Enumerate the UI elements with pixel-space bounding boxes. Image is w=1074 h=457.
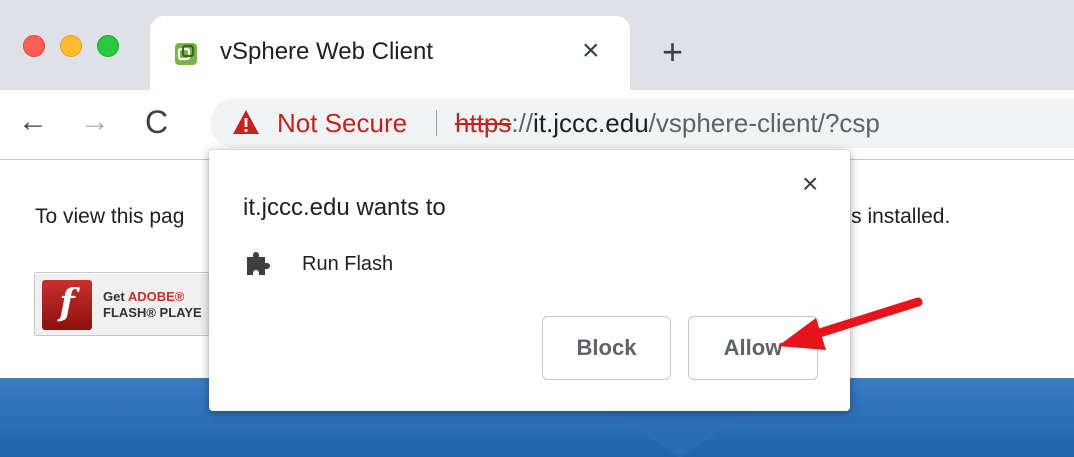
url-scheme: https <box>455 108 512 138</box>
vsphere-icon <box>175 43 197 65</box>
flash-logo-icon: f <box>42 280 92 330</box>
block-button[interactable]: Block <box>542 316 671 380</box>
warning-icon[interactable] <box>232 109 260 135</box>
reload-icon[interactable]: C <box>145 102 168 142</box>
flash-permission-dialog: it.jccc.edu wants to × Run Flash Block A… <box>209 150 850 411</box>
url-path: /vsphere-client/?csp <box>648 108 880 138</box>
url-separator: :// <box>511 108 534 138</box>
get-flash-player-button[interactable]: f Get ADOBE® FLASH® PLAYE <box>34 272 224 336</box>
tab-title: vSphere Web Client <box>220 38 433 65</box>
flash-get-text: Get <box>103 289 128 304</box>
close-window-button[interactable] <box>23 35 45 57</box>
zoom-window-button[interactable] <box>97 35 119 57</box>
omnibox-divider <box>436 110 437 136</box>
tab-vsphere[interactable]: vSphere Web Client × <box>150 16 630 90</box>
flash-player-label: FLASH® PLAYE <box>103 305 202 320</box>
tab-close-icon[interactable]: × <box>582 33 600 69</box>
adobe-label: ADOBE® <box>127 289 185 304</box>
forward-arrow-icon[interactable]: → <box>80 102 110 142</box>
close-icon[interactable]: × <box>802 168 818 200</box>
url-text[interactable]: https://it.jccc.edu/vsphere-client/?csp <box>455 108 880 139</box>
tab-strip: vSphere Web Client × + <box>0 0 1074 90</box>
new-tab-icon[interactable]: + <box>662 32 683 72</box>
not-secure-label[interactable]: Not Secure <box>277 108 407 139</box>
url-host: it.jccc.edu <box>533 108 649 138</box>
dialog-title: it.jccc.edu wants to <box>243 194 446 221</box>
address-bar[interactable]: Not Secure https://it.jccc.edu/vsphere-c… <box>210 98 1074 148</box>
puzzle-icon <box>247 252 270 275</box>
flash-logo-glyph: f <box>59 282 75 324</box>
annotation-arrow-icon <box>778 297 923 350</box>
flash-get-label: Get ADOBE® <box>103 289 184 304</box>
back-arrow-icon[interactable]: ← <box>18 102 48 142</box>
permission-label: Run Flash <box>302 253 394 275</box>
message-start: To view this pag <box>35 205 185 228</box>
minimize-window-button[interactable] <box>60 35 82 57</box>
